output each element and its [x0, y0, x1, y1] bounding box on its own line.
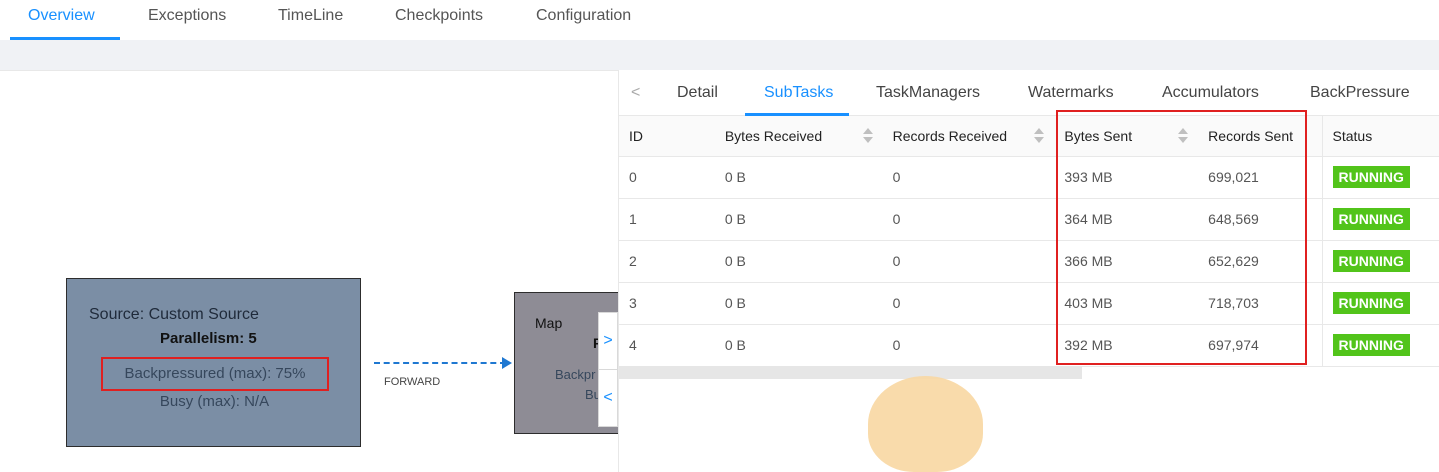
column-header-status[interactable]: Status	[1321, 116, 1439, 157]
tab-taskmanagers[interactable]: TaskManagers	[876, 84, 980, 102]
cell-bytes-sent: 393 MB	[1054, 156, 1199, 199]
cell-id: 1	[619, 198, 715, 241]
tab-timeline[interactable]: TimeLine	[278, 0, 343, 40]
detail-subtabs: < Detail SubTasks TaskManagers Watermark…	[619, 70, 1439, 116]
chevron-right-icon[interactable]: >	[598, 312, 618, 370]
cell-records-received: 0	[882, 282, 1055, 325]
cell-bytes-sent: 392 MB	[1054, 324, 1199, 367]
cell-records-received: 0	[882, 198, 1055, 241]
status-badge: RUNNING	[1332, 250, 1410, 272]
cell-status: RUNNING	[1321, 282, 1439, 325]
cell-records-sent: 699,021	[1198, 156, 1323, 199]
cell-status: RUNNING	[1321, 198, 1439, 241]
tab-exceptions[interactable]: Exceptions	[148, 0, 226, 40]
cell-records-received: 0	[882, 240, 1055, 283]
cell-bytes-sent: 366 MB	[1054, 240, 1199, 283]
cell-status: RUNNING	[1321, 324, 1439, 367]
cell-status: RUNNING	[1321, 240, 1439, 283]
cell-bytes-received: 0 B	[714, 324, 883, 367]
tab-detail[interactable]: Detail	[677, 84, 718, 102]
cell-bytes-received: 0 B	[714, 198, 883, 241]
tab-accumulators[interactable]: Accumulators	[1162, 84, 1259, 102]
forward-edge-line	[374, 362, 506, 364]
table-row[interactable]: 1 0 B 0 364 MB 648,569 RUNNING	[619, 198, 1439, 241]
cell-status: RUNNING	[1321, 156, 1439, 199]
status-badge: RUNNING	[1332, 166, 1410, 188]
cell-bytes-received: 0 B	[714, 282, 883, 325]
tab-checkpoints[interactable]: Checkpoints	[395, 0, 483, 40]
tab-subtasks[interactable]: SubTasks	[764, 84, 833, 102]
cell-bytes-sent: 364 MB	[1054, 198, 1199, 241]
column-header-bytes-sent[interactable]: Bytes Sent	[1054, 116, 1199, 157]
sort-icon[interactable]	[1178, 128, 1189, 144]
edge-label: FORWARD	[384, 376, 441, 388]
column-header-records-sent[interactable]: Records Sent	[1198, 116, 1323, 157]
table-row[interactable]: 4 0 B 0 392 MB 697,974 RUNNING	[619, 324, 1439, 367]
cell-bytes-received: 0 B	[714, 240, 883, 283]
status-badge: RUNNING	[1332, 292, 1410, 314]
table-row[interactable]: 2 0 B 0 366 MB 652,629 RUNNING	[619, 240, 1439, 283]
cell-id: 3	[619, 282, 715, 325]
cell-records-sent: 718,703	[1198, 282, 1323, 325]
content-separator	[0, 40, 1439, 70]
cell-id: 0	[619, 156, 715, 199]
map-node-backpressure: Backpr	[555, 367, 596, 382]
source-node-title: Source: Custom Source	[89, 306, 259, 323]
cell-records-received: 0	[882, 156, 1055, 199]
source-node-backpressure: Backpressured (max): 75%	[101, 357, 329, 391]
cell-id: 4	[619, 324, 715, 367]
map-node-title: Map	[535, 315, 563, 331]
horizontal-scrollbar[interactable]	[619, 366, 1082, 379]
subtasks-table: ID Bytes Received Records Received Bytes…	[619, 116, 1439, 367]
chevron-left-icon[interactable]: <	[631, 84, 640, 102]
tab-watermarks[interactable]: Watermarks	[1028, 84, 1114, 102]
source-node[interactable]: Source: Custom Source Parallelism: 5 Bac…	[66, 278, 361, 447]
table-header-row: ID Bytes Received Records Received Bytes…	[619, 116, 1439, 157]
source-node-busy: Busy (max): N/A	[159, 393, 270, 410]
cell-records-sent: 697,974	[1198, 324, 1323, 367]
chevron-left-icon[interactable]: <	[598, 369, 618, 427]
vertex-detail-panel: < Detail SubTasks TaskManagers Watermark…	[618, 70, 1439, 472]
tab-overview[interactable]: Overview	[28, 0, 95, 40]
redacted-blur-image	[868, 376, 983, 472]
arrow-right-icon	[502, 357, 512, 369]
cell-id: 2	[619, 240, 715, 283]
column-header-id[interactable]: ID	[619, 116, 715, 157]
cell-records-sent: 648,569	[1198, 198, 1323, 241]
status-badge: RUNNING	[1332, 208, 1410, 230]
tab-configuration[interactable]: Configuration	[536, 0, 631, 40]
job-graph-canvas[interactable]: Source: Custom Source Parallelism: 5 Bac…	[0, 70, 618, 472]
cell-bytes-received: 0 B	[714, 156, 883, 199]
sort-icon[interactable]	[862, 128, 873, 144]
column-header-records-received[interactable]: Records Received	[882, 116, 1055, 157]
cell-bytes-sent: 403 MB	[1054, 282, 1199, 325]
job-tabs: Overview Exceptions TimeLine Checkpoints…	[0, 0, 1439, 40]
cell-records-sent: 652,629	[1198, 240, 1323, 283]
table-row[interactable]: 0 0 B 0 393 MB 699,021 RUNNING	[619, 156, 1439, 199]
cell-records-received: 0	[882, 324, 1055, 367]
tab-backpressure[interactable]: BackPressure	[1310, 84, 1410, 102]
table-row[interactable]: 3 0 B 0 403 MB 718,703 RUNNING	[619, 282, 1439, 325]
column-header-bytes-received[interactable]: Bytes Received	[714, 116, 883, 157]
sort-icon[interactable]	[1034, 128, 1045, 144]
source-node-parallelism: Parallelism: 5	[160, 330, 257, 347]
status-badge: RUNNING	[1332, 334, 1410, 356]
